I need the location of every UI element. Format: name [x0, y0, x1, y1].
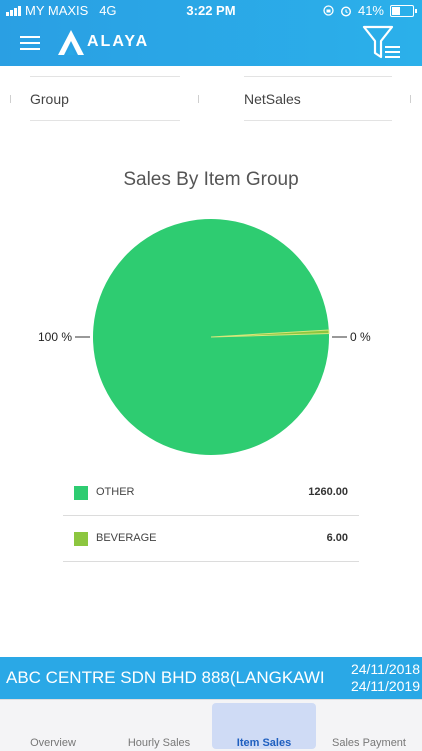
legend-value: 1260.00 [308, 486, 348, 498]
legend-row-other[interactable]: OTHER 1260.00 [63, 470, 359, 516]
divider [244, 76, 392, 77]
tab-label: Overview [30, 737, 76, 749]
status-right: 41% [323, 3, 417, 18]
filter-icon[interactable] [362, 25, 402, 61]
divider [410, 95, 411, 103]
legend-row-beverage[interactable]: BEVERAGE 6.00 [63, 516, 359, 562]
logo-text: ALAYA [87, 33, 150, 50]
alarm-icon [340, 5, 351, 17]
legend-swatch [74, 486, 88, 500]
battery-fill [392, 6, 401, 15]
status-bar: MY MAXIS 4G 3:22 PM 41% [0, 0, 422, 22]
divider [30, 120, 180, 121]
divider [10, 95, 11, 103]
app-header: MY MAXIS 4G 3:22 PM 41% ALAYA [0, 0, 422, 66]
bottom-tab-bar: Overview Hourly Sales Item Sales Sales Paym… [0, 699, 422, 751]
column-header-group[interactable]: Group [30, 91, 69, 107]
chart-title: Sales By Item Group [123, 169, 299, 190]
legend-value: 6.00 [326, 532, 348, 544]
legend-swatch [74, 532, 88, 546]
sales-table-header: Group NetSales [0, 66, 422, 124]
pie-chart: 100 % 0 % [38, 219, 371, 455]
tab-item-sales[interactable]: Item Sales [212, 700, 316, 751]
chart-legend: OTHER 1260.00 BEVERAGE 6.00 [63, 470, 359, 562]
app-logo: ALAYA [56, 27, 149, 57]
pie-percent-label: 100 % [38, 330, 72, 344]
tab-sales-payment[interactable]: Sales Payment [316, 700, 422, 751]
battery-icon [390, 4, 417, 17]
tab-label: Sales Payment [332, 737, 406, 749]
tab-overview[interactable]: Overview [0, 700, 106, 751]
menu-icon[interactable] [20, 36, 40, 50]
company-bar: ABC CENTRE SDN BHD 888(LANGKAWI 24/11/20… [0, 657, 422, 699]
legend-label: OTHER [96, 486, 135, 498]
tab-hourly-sales[interactable]: Hourly Sales [106, 700, 212, 751]
logo-a-icon [58, 30, 84, 55]
divider [30, 76, 180, 77]
column-header-netsales[interactable]: NetSales [244, 91, 301, 107]
tab-label: Hourly Sales [127, 737, 191, 749]
legend-label: BEVERAGE [96, 532, 157, 544]
divider [244, 120, 392, 121]
company-name: ABC CENTRE SDN BHD 888(LANGKAWI [6, 668, 325, 687]
pie-percent-label: 0 % [350, 330, 371, 344]
tab-label: Item Sales [236, 737, 292, 749]
date-range[interactable]: 24/11/2018 24/11/2019 [351, 661, 420, 695]
battery-percent: 41% [357, 3, 384, 18]
date-to: 24/11/2019 [350, 678, 420, 694]
rotation-lock-icon [323, 5, 334, 16]
divider [198, 95, 199, 103]
date-from: 24/11/2018 [350, 661, 420, 677]
